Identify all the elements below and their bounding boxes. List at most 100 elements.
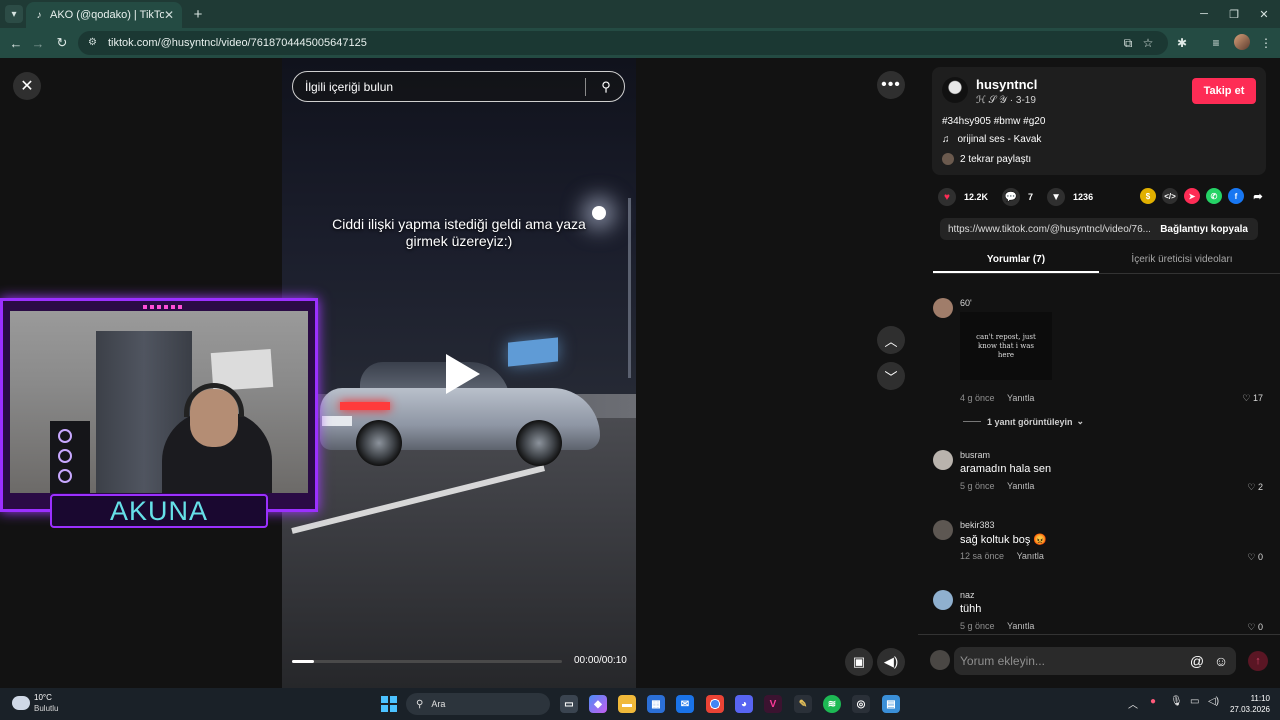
menu-kebab-icon[interactable]: ⋮: [1256, 33, 1276, 53]
comment-username[interactable]: bekir383: [960, 520, 995, 530]
comment-like-count: 0: [1257, 622, 1263, 632]
related-search[interactable]: ⚲: [292, 71, 625, 102]
reading-list-icon[interactable]: ≡: [1206, 33, 1226, 53]
network-icon[interactable]: ▭: [1190, 696, 1199, 707]
taskbar-search-label: Ara: [431, 699, 446, 709]
profile-avatar[interactable]: [1234, 34, 1250, 50]
new-tab-icon[interactable]: +: [188, 4, 208, 24]
install-app-icon[interactable]: ⧉: [1118, 33, 1138, 53]
comment-avatar[interactable]: [933, 590, 953, 610]
restore-icon[interactable]: ❐: [1218, 0, 1250, 28]
webcam-feed: [10, 311, 308, 493]
tab-search-icon[interactable]: ▾: [5, 5, 23, 23]
comment-like[interactable]: ♡ 2: [1247, 482, 1263, 493]
save-stat[interactable]: ▼ 1236: [1047, 188, 1093, 206]
address-bar[interactable]: ⚙ tiktok.com/@husyntncl/video/7618704445…: [78, 31, 1168, 55]
window-close-icon[interactable]: ✕: [1248, 0, 1280, 28]
comment-input-box[interactable]: @ ☺: [954, 647, 1236, 675]
microphone-icon[interactable]: 🎙: [1170, 696, 1183, 707]
next-video-button[interactable]: ﹀: [877, 362, 905, 390]
reply-button[interactable]: Yanıtla: [1007, 393, 1034, 403]
reply-button[interactable]: Yanıtla: [1007, 621, 1034, 631]
comment-meta: 12 sa önce Yanıtla: [960, 551, 1044, 561]
coin-icon[interactable]: $: [1140, 188, 1156, 204]
spotify-icon[interactable]: ≋: [823, 695, 841, 713]
steam-icon[interactable]: ◎: [852, 695, 870, 713]
notepad-icon[interactable]: ▤: [882, 695, 900, 713]
forward-icon[interactable]: →: [28, 33, 48, 53]
browser-tab[interactable]: ♪ AKO (@qodako) | TikTok ✕: [26, 2, 182, 28]
tray-chevron-icon[interactable]: ︿: [1128, 696, 1138, 711]
embed-icon[interactable]: </>: [1162, 188, 1178, 204]
taskbar-search[interactable]: ⚲ Ara: [406, 693, 550, 715]
comment-like[interactable]: ♡ 0: [1247, 622, 1263, 633]
video-link-text[interactable]: https://www.tiktok.com/@husyntncl/video/…: [948, 224, 1150, 235]
follow-button[interactable]: Takip et: [1192, 78, 1256, 104]
send-comment-button[interactable]: ↑: [1248, 651, 1268, 671]
sound-link[interactable]: ♫ orijinal ses - Kavak: [942, 134, 1041, 145]
close-tab-icon[interactable]: ✕: [164, 8, 174, 22]
site-info-icon[interactable]: ⚙: [88, 37, 100, 49]
video-player[interactable]: Ciddi ilişki yapma istediği geldi ama ya…: [282, 58, 636, 688]
reload-icon[interactable]: ↻: [52, 33, 72, 53]
extensions-icon[interactable]: ✱: [1172, 33, 1192, 53]
file-explorer-icon[interactable]: ▬: [618, 695, 636, 713]
tab-comments[interactable]: Yorumlar (7): [933, 250, 1099, 273]
back-icon[interactable]: ←: [6, 33, 26, 53]
comment-avatar[interactable]: [933, 520, 953, 540]
author-avatar[interactable]: [942, 77, 968, 103]
comment-image[interactable]: can't repost, just know that i was here: [960, 312, 1052, 380]
notes-app-icon[interactable]: ✎: [794, 695, 812, 713]
windows-start-icon[interactable]: [381, 696, 397, 712]
video-progress[interactable]: [292, 660, 562, 663]
video-hashtags[interactable]: #34hsy905 #bmw #g20: [942, 116, 1045, 127]
browser-tabbar: ▾ ♪ AKO (@qodako) | TikTok ✕ + ─ ❐ ✕: [0, 0, 1280, 28]
facebook-icon[interactable]: f: [1228, 188, 1244, 204]
editor-app-icon[interactable]: V: [764, 695, 782, 713]
like-stat[interactable]: ♥ 12.2K: [938, 188, 988, 206]
share-arrow-icon[interactable]: ➦: [1250, 188, 1266, 204]
minimize-icon[interactable]: ─: [1188, 0, 1220, 28]
mention-icon[interactable]: @: [1188, 653, 1206, 669]
comment-stat[interactable]: 💬 7: [1002, 188, 1033, 206]
comment-avatar[interactable]: [933, 450, 953, 470]
whatsapp-icon[interactable]: ✆: [1206, 188, 1222, 204]
tab-creator-videos[interactable]: İçerik üreticisi videoları: [1099, 250, 1265, 273]
more-options-button[interactable]: •••: [877, 71, 905, 99]
microsoft-store-icon[interactable]: ▦: [647, 695, 665, 713]
task-view-icon[interactable]: ▭: [560, 695, 578, 713]
comment-like[interactable]: ♡ 17: [1242, 393, 1263, 404]
author-username[interactable]: husyntncl: [976, 77, 1037, 92]
comment-username[interactable]: naz: [960, 590, 975, 600]
bookmark-star-icon[interactable]: ☆: [1138, 33, 1158, 53]
copilot-icon[interactable]: ◆: [589, 695, 607, 713]
comment-username[interactable]: busram: [960, 450, 990, 460]
related-search-input[interactable]: [305, 79, 585, 94]
close-video-button[interactable]: ✕: [13, 72, 41, 100]
play-icon[interactable]: [446, 354, 480, 394]
outlook-icon[interactable]: ✉: [676, 695, 694, 713]
volume-button[interactable]: ◀): [877, 648, 905, 676]
send-icon[interactable]: ➤: [1184, 188, 1200, 204]
emoji-icon[interactable]: ☺: [1212, 653, 1230, 669]
chrome-icon[interactable]: [706, 695, 724, 713]
comment-like-count: 17: [1252, 393, 1263, 403]
weather-widget[interactable]: 10°C Bulutlu: [12, 692, 58, 714]
view-replies-button[interactable]: 1 yanıt görüntüleyin ⌄: [963, 416, 1084, 427]
taskbar-clock[interactable]: 11:10 27.03.2026: [1224, 693, 1270, 715]
reply-button[interactable]: Yanıtla: [1007, 481, 1034, 491]
comment-avatar[interactable]: [933, 298, 953, 318]
floating-player-button[interactable]: ▣: [845, 648, 873, 676]
copy-link-button[interactable]: Bağlantıyı kopyala: [1150, 224, 1258, 235]
comment-like[interactable]: ♡ 0: [1247, 552, 1263, 563]
discord-icon[interactable]: ◕: [735, 695, 753, 713]
search-icon[interactable]: ⚲: [594, 79, 618, 95]
comment-input[interactable]: [960, 654, 1182, 668]
reply-button[interactable]: Yanıtla: [1017, 551, 1044, 561]
speaker-icon[interactable]: ◁): [1208, 696, 1219, 707]
repost-info[interactable]: 2 tekrar paylaştı: [942, 153, 1031, 165]
tray-app-icon[interactable]: ●: [1150, 696, 1156, 707]
previous-video-button[interactable]: ︿: [877, 326, 905, 354]
comment-username[interactable]: 60': [960, 298, 972, 308]
more-dots-icon: •••: [881, 76, 901, 93]
